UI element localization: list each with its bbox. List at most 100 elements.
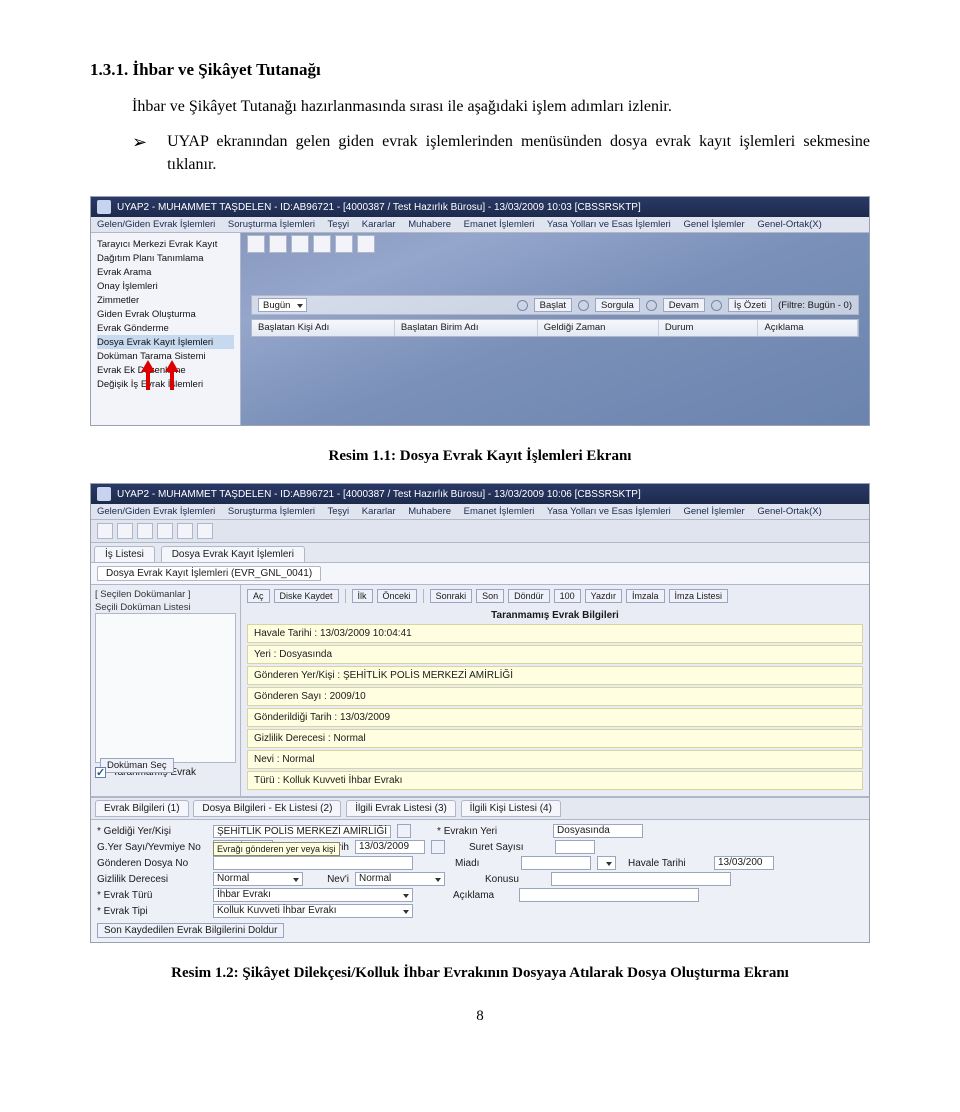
col-header[interactable]: Geldiği Zaman xyxy=(538,320,659,336)
sidebar-item[interactable]: Onay İşlemleri xyxy=(97,279,234,293)
info-fields: Havale Tarihi : 13/03/2009 10:04:41 Yeri… xyxy=(247,624,863,790)
info-row: Nevi : Normal xyxy=(247,750,863,769)
menu-item[interactable]: Kararlar xyxy=(362,219,396,230)
menu-item[interactable]: Genel-Ortak(X) xyxy=(757,506,821,517)
input-gyer-tarih[interactable]: 13/03/2009 xyxy=(355,840,425,854)
sidebar-item[interactable]: Tarayıcı Merkezi Evrak Kayıt xyxy=(97,237,234,251)
toolbar-icon[interactable] xyxy=(137,523,153,539)
menu-item[interactable]: Muhabere xyxy=(408,219,451,230)
open-button[interactable]: Aç xyxy=(247,589,270,603)
fill-last-saved-button[interactable]: Son Kaydedilen Evrak Bilgilerini Doldur xyxy=(97,923,284,938)
menu-item[interactable]: Gelen/Giden Evrak İşlemleri xyxy=(97,219,215,230)
query-button[interactable]: Sorgula xyxy=(595,298,640,312)
toolbar-icon[interactable] xyxy=(247,235,265,253)
tab-ilgili-evrak[interactable]: İlgili Evrak Listesi (3) xyxy=(346,800,456,817)
menubar[interactable]: Gelen/Giden Evrak İşlemleri Soruşturma İ… xyxy=(91,217,869,233)
menu-item[interactable]: Teşyi xyxy=(328,219,350,230)
rotate-button[interactable]: Döndür xyxy=(508,589,550,603)
menu-item[interactable]: Soruşturma İşlemleri xyxy=(228,506,315,517)
menu-item[interactable]: Soruşturma İşlemleri xyxy=(228,219,315,230)
label-havale-tarihi: Havale Tarihi xyxy=(628,858,708,869)
input-geldigi-yer[interactable]: ŞEHİTLİK POLİS MERKEZİ AMİRLİĞİ xyxy=(213,825,391,838)
zoom-field[interactable]: 100 xyxy=(554,589,581,603)
toolbar-icon[interactable] xyxy=(291,235,309,253)
miadi-dropdown[interactable] xyxy=(597,856,616,870)
input-evrakin-yeri[interactable]: Dosyasında xyxy=(553,824,643,838)
menu-item[interactable]: Genel-Ortak(X) xyxy=(757,219,821,230)
first-button[interactable]: İlk xyxy=(352,589,373,603)
col-header[interactable]: Açıklama xyxy=(758,320,858,336)
select-nevi[interactable]: Normal xyxy=(355,872,445,886)
tab-evrak-bilgileri[interactable]: Evrak Bilgileri (1) xyxy=(95,800,189,817)
last-button[interactable]: Son xyxy=(476,589,504,603)
toolbar-icon[interactable] xyxy=(197,523,213,539)
select-evrak-tipi[interactable]: Kolluk Kuvveti İhbar Evrakı xyxy=(213,904,413,918)
save-to-disk-button[interactable]: Diske Kaydet xyxy=(274,589,339,603)
signature-list-button[interactable]: İmza Listesi xyxy=(669,589,729,603)
sidebar-item[interactable]: Giden Evrak Oluşturma xyxy=(97,307,234,321)
doc-toolbar: Aç Diske Kaydet İlk Önceki Sonraki Son D… xyxy=(247,589,863,607)
menu-item[interactable]: Muhabere xyxy=(408,506,451,517)
menu-item[interactable]: Kararlar xyxy=(362,506,396,517)
menu-item[interactable]: Teşyi xyxy=(328,506,350,517)
menu-item[interactable]: Yasa Yolları ve Esas İşlemleri xyxy=(547,506,671,517)
calendar-icon[interactable] xyxy=(431,840,445,854)
toolbar-icon[interactable] xyxy=(97,523,113,539)
menu-item[interactable]: Genel İşlemler xyxy=(683,219,744,230)
lookup-button[interactable] xyxy=(397,824,411,838)
toolbar-icon[interactable] xyxy=(335,235,353,253)
tab-dosya-bilgileri[interactable]: Dosya Bilgileri - Ek Listesi (2) xyxy=(193,800,341,817)
menubar[interactable]: Gelen/Giden Evrak İşlemleri Soruşturma İ… xyxy=(91,504,869,520)
col-header[interactable]: Başlatan Birim Adı xyxy=(395,320,538,336)
toolbar-icon[interactable] xyxy=(177,523,193,539)
input-suret-sayisi[interactable] xyxy=(555,840,595,854)
continue-button[interactable]: Devam xyxy=(663,298,705,312)
filter-select[interactable]: Bugün xyxy=(258,298,307,312)
toolbar-icon[interactable] xyxy=(157,523,173,539)
sidebar-item[interactable]: Evrak Gönderme xyxy=(97,321,234,335)
col-header[interactable]: Durum xyxy=(659,320,759,336)
toolbar-icon[interactable] xyxy=(117,523,133,539)
col-header[interactable]: Başlatan Kişi Adı xyxy=(252,320,395,336)
sidebar-item[interactable]: Zimmetler xyxy=(97,293,234,307)
sidebar-item[interactable]: Dağıtım Planı Tanımlama xyxy=(97,251,234,265)
label-aciklama: Açıklama xyxy=(453,890,513,901)
sign-button[interactable]: İmzala xyxy=(626,589,665,603)
menu-item[interactable]: Emanet İşlemleri xyxy=(464,219,535,230)
search-icon xyxy=(578,300,589,311)
select-document-button[interactable]: Doküman Seç xyxy=(100,758,174,773)
menu-item[interactable]: Emanet İşlemleri xyxy=(464,506,535,517)
select-gizlilik[interactable]: Normal xyxy=(213,872,303,886)
tab-ilgili-kisi[interactable]: İlgili Kişi Listesi (4) xyxy=(461,800,561,817)
menu-item[interactable]: Yasa Yolları ve Esas İşlemleri xyxy=(547,219,671,230)
menu-item[interactable]: Genel İşlemler xyxy=(683,506,744,517)
start-button[interactable]: Başlat xyxy=(534,298,572,312)
document-list: Doküman Seç xyxy=(95,613,236,763)
bullet-item: ➢ UYAP ekranından gelen giden evrak işle… xyxy=(90,130,870,176)
input-aciklama[interactable] xyxy=(519,888,699,902)
unscanned-checkbox[interactable] xyxy=(95,767,106,778)
input-gonderen-dosya[interactable] xyxy=(213,856,413,870)
menu-item[interactable]: Gelen/Giden Evrak İşlemleri xyxy=(97,506,215,517)
sidebar-item[interactable]: Evrak Arama xyxy=(97,265,234,279)
figure-caption-2: Resim 1.2: Şikâyet Dilekçesi/Kolluk İhba… xyxy=(90,965,870,982)
input-konusu[interactable] xyxy=(551,872,731,886)
toolbar-icon[interactable] xyxy=(313,235,331,253)
select-evrak-turu[interactable]: İhbar Evrakı xyxy=(213,888,413,902)
subtab[interactable]: Dosya Evrak Kayıt İşlemleri (EVR_GNL_004… xyxy=(97,566,321,581)
input-miadi[interactable] xyxy=(521,856,591,870)
summary-icon xyxy=(711,300,722,311)
tab-is-listesi[interactable]: İş Listesi xyxy=(94,546,155,562)
annotation-arrows xyxy=(143,360,177,390)
summary-button[interactable]: İş Özeti xyxy=(728,298,772,312)
sidebar-item-dosya-evrak-kayit[interactable]: Dosya Evrak Kayıt İşlemleri xyxy=(97,335,234,349)
continue-icon xyxy=(646,300,657,311)
input-havale-tarihi[interactable]: 13/03/200 xyxy=(714,856,774,870)
tab-dosya-evrak-kayit[interactable]: Dosya Evrak Kayıt İşlemleri xyxy=(161,546,305,562)
next-button[interactable]: Sonraki xyxy=(430,589,473,603)
toolbar-icon[interactable] xyxy=(357,235,375,253)
info-row: Gizlilik Derecesi : Normal xyxy=(247,729,863,748)
print-button[interactable]: Yazdır xyxy=(585,589,622,603)
prev-button[interactable]: Önceki xyxy=(377,589,417,603)
toolbar-icon[interactable] xyxy=(269,235,287,253)
